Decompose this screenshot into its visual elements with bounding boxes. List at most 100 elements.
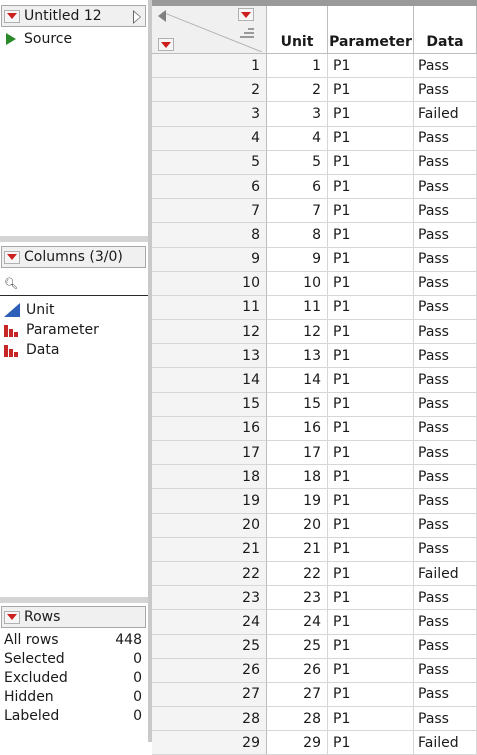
row-number-cell[interactable]: 16 [152, 416, 267, 441]
row-number-cell[interactable]: 26 [152, 658, 267, 683]
unit-cell[interactable]: 24 [267, 610, 328, 635]
unit-cell[interactable]: 6 [267, 174, 328, 200]
parameter-cell[interactable]: P1 [328, 199, 414, 224]
table-row[interactable]: 24 24 P1 Pass [152, 610, 477, 635]
panel-splitter[interactable] [0, 597, 148, 603]
columns-menu-button[interactable] [4, 250, 20, 264]
unit-cell[interactable]: 18 [267, 465, 328, 490]
parameter-cell[interactable]: P1 [328, 295, 414, 321]
unit-cell[interactable]: 27 [267, 682, 328, 708]
table-row[interactable]: 10 10 P1 Pass [152, 271, 477, 296]
row-number-cell[interactable]: 27 [152, 682, 267, 708]
column-item-unit[interactable]: Unit [4, 300, 99, 320]
rows-header-menu-button[interactable] [158, 38, 174, 51]
table-row[interactable]: 29 29 P1 Failed [152, 731, 477, 755]
unit-cell[interactable]: 1 [267, 54, 328, 79]
row-number-cell[interactable]: 17 [152, 441, 267, 466]
table-row[interactable]: 1 1 P1 Pass [152, 54, 477, 79]
parameter-cell[interactable]: P1 [328, 320, 414, 345]
row-number-cell[interactable]: 5 [152, 150, 267, 175]
parameter-cell[interactable]: P1 [328, 561, 414, 587]
rows-menu-button[interactable] [4, 610, 20, 624]
parameter-cell[interactable]: P1 [328, 102, 414, 127]
data-cell[interactable]: Pass [414, 658, 477, 683]
data-cell[interactable]: Failed [414, 102, 477, 127]
row-number-cell[interactable]: 14 [152, 368, 267, 393]
table-row[interactable]: 27 27 P1 Pass [152, 682, 477, 708]
table-row[interactable]: 26 26 P1 Pass [152, 658, 477, 683]
table-row[interactable]: 3 3 P1 Failed [152, 102, 477, 127]
column-item-data[interactable]: Data [4, 340, 99, 360]
data-cell[interactable]: Pass [414, 368, 477, 393]
data-cell[interactable]: Pass [414, 634, 477, 659]
table-row[interactable]: 28 28 P1 Pass [152, 707, 477, 732]
parameter-cell[interactable]: P1 [328, 271, 414, 296]
row-number-cell[interactable]: 20 [152, 513, 267, 538]
parameter-cell[interactable]: P1 [328, 368, 414, 393]
parameter-cell[interactable]: P1 [328, 344, 414, 369]
row-number-cell[interactable]: 2 [152, 78, 267, 103]
collapse-left-icon[interactable] [158, 10, 166, 22]
data-cell[interactable]: Pass [414, 707, 477, 732]
data-cell[interactable]: Pass [414, 392, 477, 417]
table-row[interactable]: 2 2 P1 Pass [152, 78, 477, 103]
row-number-cell[interactable]: 28 [152, 707, 267, 732]
row-number-cell[interactable]: 12 [152, 320, 267, 345]
parameter-cell[interactable]: P1 [328, 634, 414, 659]
table-row[interactable]: 11 11 P1 Pass [152, 295, 477, 321]
unit-cell[interactable]: 7 [267, 199, 328, 224]
unit-cell[interactable]: 8 [267, 223, 328, 248]
data-cell[interactable]: Pass [414, 126, 477, 151]
unit-cell[interactable]: 21 [267, 537, 328, 562]
data-cell[interactable]: Failed [414, 561, 477, 587]
parameter-cell[interactable]: P1 [328, 223, 414, 248]
row-number-cell[interactable]: 24 [152, 610, 267, 635]
parameter-cell[interactable]: P1 [328, 150, 414, 175]
table-row[interactable]: 8 8 P1 Pass [152, 223, 477, 248]
table-row[interactable]: 13 13 P1 Pass [152, 344, 477, 369]
parameter-cell[interactable]: P1 [328, 465, 414, 490]
data-cell[interactable]: Pass [414, 247, 477, 272]
data-cell[interactable]: Pass [414, 271, 477, 296]
table-row[interactable]: 21 21 P1 Pass [152, 537, 477, 562]
unit-cell[interactable]: 3 [267, 102, 328, 127]
parameter-cell[interactable]: P1 [328, 658, 414, 683]
data-cell[interactable]: Pass [414, 416, 477, 441]
row-number-cell[interactable]: 11 [152, 295, 267, 321]
table-row[interactable]: 9 9 P1 Pass [152, 247, 477, 272]
parameter-cell[interactable]: P1 [328, 392, 414, 417]
parameter-cell[interactable]: P1 [328, 513, 414, 538]
unit-cell[interactable]: 28 [267, 707, 328, 732]
data-cell[interactable]: Pass [414, 174, 477, 200]
unit-cell[interactable]: 26 [267, 658, 328, 683]
unit-cell[interactable]: 20 [267, 513, 328, 538]
row-number-cell[interactable]: 18 [152, 465, 267, 490]
row-number-cell[interactable]: 21 [152, 537, 267, 562]
row-number-cell[interactable]: 4 [152, 126, 267, 151]
parameter-cell[interactable]: P1 [328, 682, 414, 708]
unit-cell[interactable]: 15 [267, 392, 328, 417]
column-search-box[interactable]: 🔍︎ [0, 272, 148, 296]
table-row[interactable]: 23 23 P1 Pass [152, 586, 477, 611]
table-row[interactable]: 16 16 P1 Pass [152, 416, 477, 441]
unit-cell[interactable]: 9 [267, 247, 328, 272]
unit-cell[interactable]: 14 [267, 368, 328, 393]
parameter-cell[interactable]: P1 [328, 489, 414, 514]
columns-header-menu-button[interactable] [238, 8, 254, 21]
row-number-cell[interactable]: 25 [152, 634, 267, 659]
row-number-cell[interactable]: 19 [152, 489, 267, 514]
table-row[interactable]: 19 19 P1 Pass [152, 489, 477, 514]
unit-cell[interactable]: 19 [267, 489, 328, 514]
unit-cell[interactable]: 16 [267, 416, 328, 441]
unit-cell[interactable]: 23 [267, 586, 328, 611]
parameter-cell[interactable]: P1 [328, 707, 414, 732]
column-header-unit[interactable]: Unit [267, 6, 328, 54]
row-number-cell[interactable]: 3 [152, 102, 267, 127]
data-cell[interactable]: Failed [414, 731, 477, 755]
sort-icon[interactable] [240, 26, 254, 40]
parameter-cell[interactable]: P1 [328, 416, 414, 441]
unit-cell[interactable]: 22 [267, 561, 328, 587]
data-cell[interactable]: Pass [414, 54, 477, 79]
data-cell[interactable]: Pass [414, 78, 477, 103]
panel-splitter[interactable] [0, 236, 148, 242]
